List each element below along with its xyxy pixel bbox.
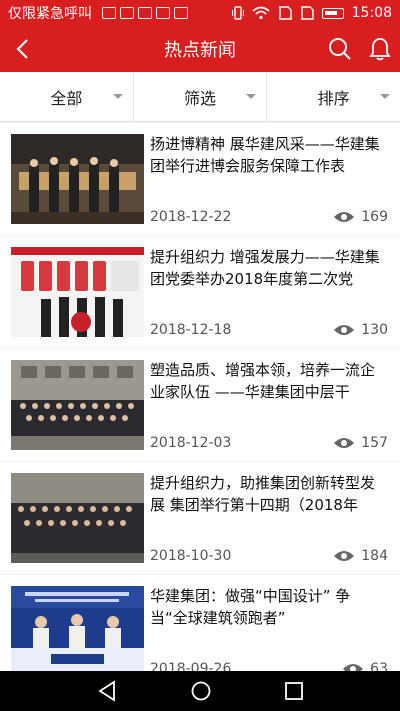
sim-icon xyxy=(278,6,292,20)
filter-label: 全部 xyxy=(50,88,83,108)
news-meta: 2018-10-30 184 xyxy=(150,548,388,564)
eye-icon xyxy=(334,325,355,335)
notification-icons xyxy=(102,7,188,19)
view-number: 169 xyxy=(361,209,388,225)
news-date: 2018-09-26 xyxy=(150,661,232,671)
back-arrow-icon xyxy=(16,39,28,59)
eye-icon xyxy=(334,212,355,222)
view-count: 157 xyxy=(333,435,388,451)
dropdown-icon xyxy=(380,94,391,99)
news-body: 扬进博精神 展华建风采——华建集团举行进博会服务保障工作表 2018-12-22… xyxy=(150,133,388,225)
news-item[interactable]: 提升组织力，助推集团创新转型发展 集团举行第十四期（2018年 2018-10-… xyxy=(0,462,400,574)
app-header: 热点新闻 xyxy=(0,26,400,72)
news-thumbnail xyxy=(11,134,144,224)
view-number: 157 xyxy=(361,435,388,451)
clock: 15:08 xyxy=(351,5,392,21)
filter-sort[interactable]: 排序 xyxy=(266,72,400,121)
news-thumbnail xyxy=(11,247,144,337)
view-count: 184 xyxy=(333,548,388,564)
search-icon xyxy=(329,38,351,60)
home-circle-icon[interactable] xyxy=(190,680,212,702)
weibo-icon xyxy=(138,7,152,19)
gallery-icon xyxy=(120,7,134,19)
sim-icon-2 xyxy=(300,6,314,20)
news-thumbnail xyxy=(11,473,144,563)
wifi-icon xyxy=(252,6,270,20)
news-date: 2018-10-30 xyxy=(150,548,232,564)
battery-icon xyxy=(321,7,344,19)
news-meta: 2018-09-26 63 xyxy=(150,661,388,671)
image-icon xyxy=(174,7,188,19)
bell-icon xyxy=(369,38,391,61)
news-body: 华建集团：做强“中国设计” 争当“全球建筑领跑者” 2018-09-26 63 xyxy=(150,585,388,671)
recents-square-icon[interactable] xyxy=(284,681,304,701)
filter-label: 筛选 xyxy=(184,88,217,108)
weibo-icon-2 xyxy=(156,7,170,19)
message-icon xyxy=(102,7,116,19)
system-nav-bar xyxy=(0,671,400,711)
news-item[interactable]: 扬进博精神 展华建风采——华建集团举行进博会服务保障工作表 2018-12-22… xyxy=(0,123,400,235)
back-triangle-icon[interactable] xyxy=(96,680,118,702)
filter-bar: 全部 筛选 排序 xyxy=(0,72,400,122)
news-date: 2018-12-22 xyxy=(150,209,232,225)
filter-screen[interactable]: 筛选 xyxy=(132,72,267,121)
news-body: 塑造品质、增强本领，培养一流企业家队伍 ——华建集团中层干 2018-12-03… xyxy=(150,359,388,451)
status-bar: 仅限紧急呼叫 15:08 xyxy=(0,0,400,26)
news-meta: 2018-12-22 169 xyxy=(150,209,388,225)
eye-icon xyxy=(334,438,355,448)
dropdown-icon xyxy=(112,94,123,99)
news-meta: 2018-12-18 130 xyxy=(150,322,388,338)
news-body: 提升组织力，助推集团创新转型发展 集团举行第十四期（2018年 2018-10-… xyxy=(150,472,388,564)
news-title: 塑造品质、增强本领，培养一流企业家队伍 ——华建集团中层干 xyxy=(150,361,376,401)
news-date: 2018-12-18 xyxy=(150,322,232,338)
news-meta: 2018-12-03 157 xyxy=(150,435,388,451)
news-item[interactable]: 华建集团：做强“中国设计” 争当“全球建筑领跑者” 2018-09-26 63 xyxy=(0,575,400,671)
news-list: 扬进博精神 展华建风采——华建集团举行进博会服务保障工作表 2018-12-22… xyxy=(0,123,400,671)
eye-icon xyxy=(343,664,364,671)
news-title: 扬进博精神 展华建风采——华建集团举行进博会服务保障工作表 xyxy=(150,135,380,175)
news-title: 华建集团：做强“中国设计” 争当“全球建筑领跑者” xyxy=(150,587,351,627)
view-number: 130 xyxy=(361,322,388,338)
search-button[interactable] xyxy=(320,26,360,72)
news-thumbnail xyxy=(11,360,144,450)
view-number: 63 xyxy=(370,661,388,671)
view-count: 130 xyxy=(333,322,388,338)
news-body: 提升组织力 增强发展力——华建集团党委举办2018年度第二次党 2018-12-… xyxy=(150,246,388,338)
news-thumbnail xyxy=(11,586,144,671)
back-button[interactable] xyxy=(0,26,44,72)
dropdown-icon xyxy=(246,94,257,99)
news-title: 提升组织力，助推集团创新转型发展 集团举行第十四期（2018年 xyxy=(150,474,376,514)
news-item[interactable]: 塑造品质、增强本领，培养一流企业家队伍 ——华建集团中层干 2018-12-03… xyxy=(0,349,400,461)
filter-label: 排序 xyxy=(317,88,350,108)
news-title: 提升组织力 增强发展力——华建集团党委举办2018年度第二次党 xyxy=(150,248,380,288)
notification-button[interactable] xyxy=(360,26,400,72)
eye-icon xyxy=(334,551,355,561)
filter-all[interactable]: 全部 xyxy=(0,72,133,121)
view-count: 63 xyxy=(342,661,388,671)
news-item[interactable]: 提升组织力 增强发展力——华建集团党委举办2018年度第二次党 2018-12-… xyxy=(0,236,400,348)
status-right: 15:08 xyxy=(231,5,392,21)
vibrate-icon xyxy=(231,6,244,20)
header-actions xyxy=(320,26,400,72)
status-left: 仅限紧急呼叫 xyxy=(8,3,188,23)
view-number: 184 xyxy=(361,548,388,564)
news-date: 2018-12-03 xyxy=(150,435,232,451)
view-count: 169 xyxy=(333,209,388,225)
carrier-text: 仅限紧急呼叫 xyxy=(8,6,92,22)
